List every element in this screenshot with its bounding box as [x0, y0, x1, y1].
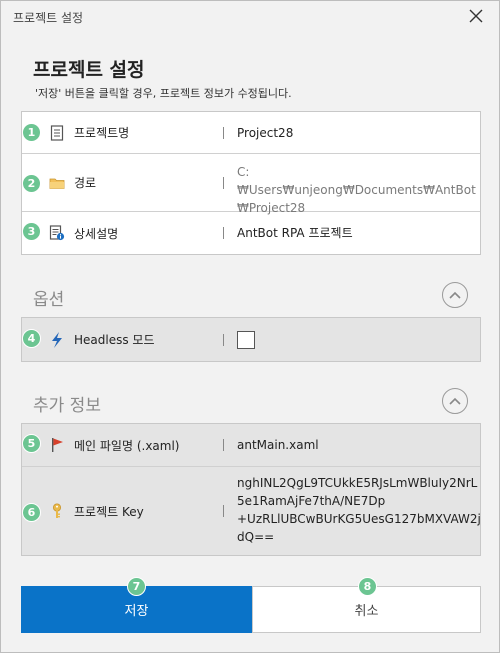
main-file-label: 메인 파일명 (.xaml): [74, 438, 180, 453]
callout-badge-3: 3: [22, 222, 41, 241]
divider: [223, 333, 224, 346]
callout-badge-5: 5: [22, 434, 41, 453]
lightning-icon: [49, 331, 65, 348]
options-panel: Headless 모드: [21, 317, 481, 362]
callout-badge-7: 7: [127, 577, 146, 596]
title-bar: 프로젝트 설정: [1, 1, 499, 33]
project-settings-dialog: 프로젝트 설정 프로젝트 설정 '저장' 버튼을 클릭할 경우, 프로젝트 정보…: [0, 0, 500, 653]
callout-badge-1: 1: [22, 123, 41, 142]
project-description-label: 상세설명: [74, 226, 119, 241]
save-button-label: 저장: [124, 604, 149, 619]
chevron-up-icon: [449, 397, 461, 405]
document-info-icon: [49, 225, 65, 241]
project-path-label: 경로: [74, 176, 97, 190]
options-collapse-button[interactable]: [442, 282, 468, 308]
page-title: 프로젝트 설정: [33, 59, 145, 81]
project-path-value[interactable]: C:₩Users₩unjeong₩Documents₩AntBot ₩Proje…: [237, 163, 480, 217]
project-key-label: 프로젝트 Key: [74, 504, 144, 519]
callout-badge-2: 2: [22, 174, 41, 193]
project-description-value[interactable]: AntBot RPA 프로젝트: [237, 224, 353, 242]
project-key-row: 프로젝트 Key nghINL2QgL9TCUkkE5RJsLmWBluIy2N…: [22, 467, 481, 555]
project-info-panel: 프로젝트명 Project28 경로 C:₩Users₩unjeong₩Docu…: [21, 111, 481, 255]
page-subtitle: '저장' 버튼을 클릭할 경우, 프로젝트 정보가 수정됩니다.: [35, 87, 292, 100]
flag-icon: [49, 437, 65, 453]
additional-info-panel: 메인 파일명 (.xaml) antMain.xaml 프로젝트 Key ngh…: [21, 423, 481, 556]
project-key-line: 5e1RamAjFe7thA/NE7Dp: [237, 494, 386, 508]
folder-icon: [49, 175, 65, 191]
divider: [223, 439, 224, 451]
project-key-value[interactable]: nghINL2QgL9TCUkkE5RJsLmWBluIy2NrL 5e1Ram…: [237, 474, 481, 546]
chevron-up-icon: [449, 291, 461, 299]
cancel-button-label: 취소: [354, 604, 379, 619]
headless-label: Headless 모드: [74, 333, 155, 347]
headless-row: Headless 모드: [22, 318, 480, 361]
divider: [223, 505, 224, 517]
headless-checkbox[interactable]: [237, 330, 255, 349]
document-icon: [49, 124, 65, 141]
divider: [223, 176, 224, 189]
project-key-line: nghINL2QgL9TCUkkE5RJsLmWBluIy2NrL: [237, 476, 478, 490]
project-key-line: +UzRLlUBCwBUrKG5UesG127bMXVAW2j: [237, 512, 481, 526]
options-section-title: 옵션: [33, 290, 65, 310]
main-file-row: 메인 파일명 (.xaml) antMain.xaml: [22, 424, 480, 467]
project-path-line: C:₩Users₩unjeong₩Documents₩AntBot: [237, 165, 476, 197]
project-name-row: 프로젝트명 Project28: [22, 112, 480, 154]
additional-info-collapse-button[interactable]: [442, 388, 468, 414]
callout-badge-4: 4: [22, 329, 41, 348]
divider: [223, 227, 224, 239]
window-title: 프로젝트 설정: [13, 10, 84, 25]
additional-info-section-title: 추가 정보: [33, 396, 101, 416]
callout-badge-8: 8: [358, 577, 377, 596]
project-path-row: 경로 C:₩Users₩unjeong₩Documents₩AntBot ₩Pr…: [22, 154, 480, 215]
key-icon: [49, 503, 65, 519]
project-description-row: 상세설명 AntBot RPA 프로젝트: [22, 212, 480, 254]
main-file-value[interactable]: antMain.xaml: [237, 436, 319, 454]
callout-badge-6: 6: [22, 503, 41, 522]
project-name-value[interactable]: Project28: [237, 124, 293, 142]
divider: [223, 126, 224, 139]
project-name-label: 프로젝트명: [74, 126, 130, 140]
close-icon[interactable]: [469, 9, 485, 25]
project-key-line: dQ==: [237, 530, 275, 544]
